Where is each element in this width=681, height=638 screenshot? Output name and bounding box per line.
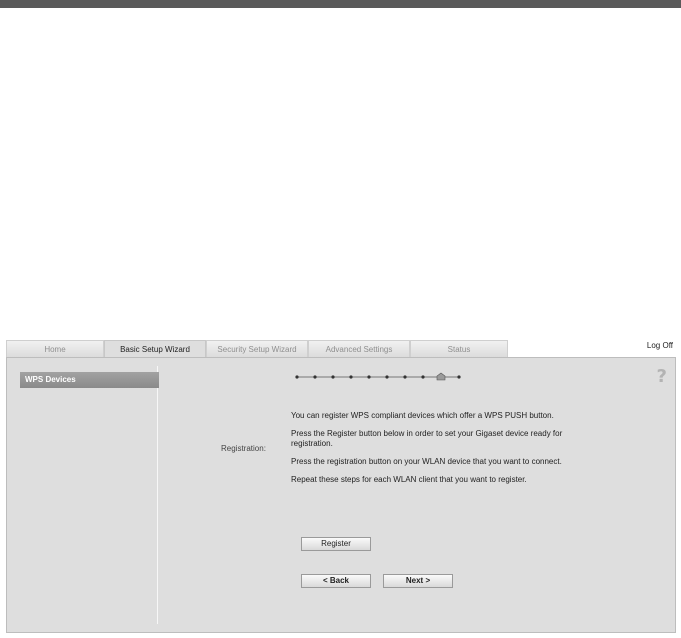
progress-step-dot [295,375,299,379]
progress-step-dot [367,375,371,379]
desc-paragraph: You can register WPS compliant devices w… [291,411,554,420]
registration-description: You can register WPS compliant devices w… [291,411,571,493]
back-button[interactable]: < Back [301,574,371,588]
next-button[interactable]: Next > [383,574,453,588]
progress-step-dot [385,375,389,379]
desc-paragraph: Press the Register button below in order… [291,429,563,448]
progress-current-step-icon [436,372,446,381]
logoff-link[interactable]: Log Off [647,341,673,350]
sidebar-item-wps-devices[interactable]: WPS Devices [20,372,159,388]
register-button[interactable]: Register [301,537,371,551]
nav-tabs: Home Basic Setup Wizard Security Setup W… [6,340,676,358]
main-panel: WPS Devices ? Registration: You can regi… [6,357,676,633]
sidebar: WPS Devices [15,366,159,624]
tab-basic-setup-wizard[interactable]: Basic Setup Wizard [104,340,206,357]
wizard-progress-indicator [295,372,461,381]
tab-advanced-settings[interactable]: Advanced Settings [308,340,410,357]
wizard-progress [293,371,493,383]
progress-step-dot [331,375,335,379]
progress-step-dot [349,375,353,379]
progress-step-dot [313,375,317,379]
desc-paragraph: Press the registration button on your WL… [291,457,562,466]
tab-security-setup-wizard[interactable]: Security Setup Wizard [206,340,308,357]
progress-step-dot [457,375,461,379]
desc-paragraph: Repeat these steps for each WLAN client … [291,475,527,484]
tab-status[interactable]: Status [410,340,508,357]
help-icon[interactable]: ? [657,366,667,387]
registration-label: Registration: [221,444,266,453]
progress-step-dot [403,375,407,379]
tab-home[interactable]: Home [6,340,104,357]
top-rule [0,0,681,8]
progress-step-dot [421,375,425,379]
